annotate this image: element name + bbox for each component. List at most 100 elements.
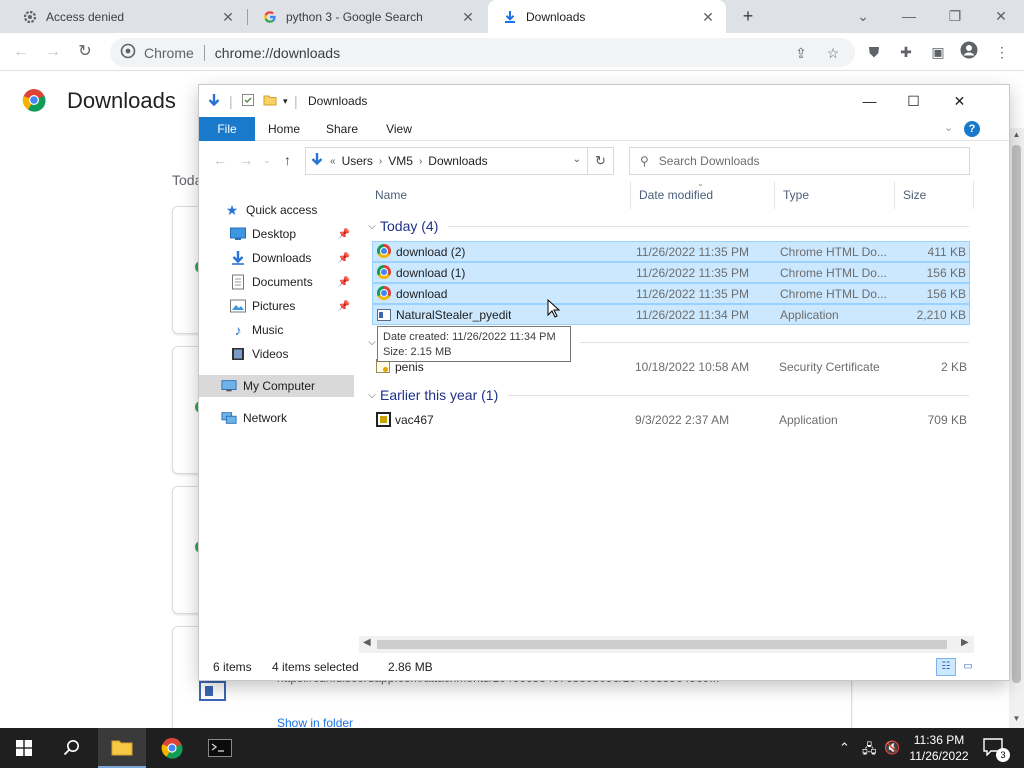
nav-item-pictures[interactable]: Pictures 📌 [199,295,354,317]
customize-toolbar-icon[interactable]: ▾ [283,93,288,109]
pin-icon[interactable]: 📌 [338,229,350,240]
nav-item-documents[interactable]: Documents 📌 [199,271,354,293]
nav-item-videos[interactable]: Videos [199,343,354,365]
close-icon[interactable]: ✕ [220,9,236,25]
taskbar-terminal[interactable] [196,728,244,768]
properties-icon[interactable] [241,93,255,109]
nav-item-desktop[interactable]: Desktop 📌 [199,223,354,245]
show-hidden-icons-icon[interactable]: ⌃ [839,740,850,756]
breadcrumb-vm5[interactable]: VM5 [388,154,413,168]
close-icon[interactable]: ✕ [700,9,716,25]
chevron-right-icon[interactable]: › [419,156,422,167]
bookmark-star-icon[interactable]: ☆ [822,42,844,64]
nav-item-quick-access[interactable]: ★ Quick access [199,199,354,221]
scrollbar-thumb[interactable] [1012,145,1021,683]
search-input[interactable]: ⚲ Search Downloads [629,147,970,175]
file-type-icon [199,681,226,701]
forward-button[interactable]: → [40,39,66,65]
taskbar-chrome[interactable] [148,728,196,768]
help-icon[interactable]: ? [964,121,980,137]
new-folder-icon[interactable] [263,93,277,109]
horizontal-scrollbar[interactable]: ◀ ▶ [359,636,974,653]
volume-muted-icon[interactable]: 🔇 [884,740,900,756]
tab-google-search[interactable]: python 3 - Google Search ✕ [248,0,486,33]
nav-label: Desktop [252,227,297,241]
file-row[interactable]: download 11/26/2022 11:35 PM Chrome HTML… [372,283,970,304]
scroll-right-icon[interactable]: ▶ [961,637,969,648]
details-view-icon[interactable]: ☷ [936,658,956,676]
expand-ribbon-icon[interactable]: ⌄ [944,121,953,134]
notification-center-button[interactable]: 3 [983,738,1010,762]
pin-icon[interactable]: 📌 [338,253,350,264]
back-button[interactable]: ← [8,39,34,65]
url-text[interactable]: chrome://downloads [215,45,340,61]
refresh-button[interactable]: ↻ [588,147,614,175]
tooltip-size: Size: 2.15 MB [383,346,452,358]
nav-item-network[interactable]: Network [199,407,354,429]
new-tab-button[interactable]: + [737,5,759,27]
file-row[interactable]: download (2) 11/26/2022 11:35 PM Chrome … [372,241,970,262]
breadcrumb-downloads[interactable]: Downloads [428,154,487,168]
column-type[interactable]: Type [775,181,895,209]
search-button[interactable] [48,728,96,768]
minimize-button[interactable]: — [886,0,932,33]
file-row[interactable]: NaturalStealer_pyedit 11/26/2022 11:34 P… [372,304,970,325]
close-icon[interactable]: ✕ [460,9,476,25]
ribbon-tab-file[interactable]: File [199,117,255,141]
page-scrollbar[interactable]: ▲ ▼ [1009,128,1024,728]
scroll-left-icon[interactable]: ◀ [363,637,371,648]
column-name[interactable]: Name [359,181,631,209]
network-status-icon[interactable]: 🖧 [862,740,877,762]
omnibox[interactable]: Chrome chrome://downloads ⇪ ☆ [110,38,855,67]
collapse-chevron-icon[interactable]: ⌵ [364,390,380,401]
file-row[interactable]: download (1) 11/26/2022 11:35 PM Chrome … [372,262,970,283]
back-icon[interactable]: ← [213,152,227,168]
extensions-puzzle-icon[interactable]: ✚ [895,41,917,63]
chrome-menu-icon[interactable]: ⋮ [991,41,1013,63]
chevron-icon[interactable]: « [330,156,336,167]
reload-button[interactable]: ↻ [72,39,98,65]
share-icon[interactable]: ⇪ [790,42,812,64]
forward-icon[interactable]: → [239,152,253,168]
pin-icon[interactable]: 📌 [338,277,350,288]
tab-title: python 3 - Google Search [286,9,423,24]
chevron-right-icon[interactable]: › [379,156,382,167]
chevron-down-icon[interactable]: ⌄ [573,154,581,165]
pin-icon[interactable]: 📌 [338,301,350,312]
nav-item-my-computer[interactable]: My Computer [199,375,354,397]
column-size[interactable]: Size [895,181,974,209]
clock[interactable]: 11:36 PM 11/26/2022 [908,732,970,764]
tab-search-icon[interactable]: ⌄ [840,0,886,33]
minimize-button[interactable]: — [847,85,892,117]
close-button[interactable]: ✕ [937,85,982,117]
address-bar[interactable]: « Users › VM5 › Downloads ⌄ [305,147,588,175]
close-window-button[interactable]: ✕ [978,0,1024,33]
scroll-up-icon[interactable]: ▲ [1009,130,1024,139]
collapse-chevron-icon[interactable]: ⌵ [364,221,380,232]
file-row[interactable]: vac467 9/3/2022 2:37 AM Application 709 … [372,410,970,431]
ribbon-tab-share[interactable]: Share [319,117,365,141]
ribbon-tab-view[interactable]: View [376,117,422,141]
group-header-earlier[interactable]: ⌵ Earlier this year (1) [364,384,969,406]
tab-access-denied[interactable]: Access denied ✕ [8,0,246,33]
side-panel-icon[interactable]: ▣ [927,41,949,63]
group-header-today[interactable]: ⌵ Today (4) [364,215,969,237]
nav-item-music[interactable]: ♪ Music [199,319,354,341]
maximize-button[interactable]: ☐ [891,85,936,117]
large-icons-view-icon[interactable]: ▭ [958,658,978,676]
restore-button[interactable]: ❐ [932,0,978,33]
recent-locations-icon[interactable]: ⌄ [263,155,271,166]
scroll-down-icon[interactable]: ▼ [1009,714,1024,723]
start-button[interactable] [0,728,48,768]
chrome-logo-icon [22,88,46,115]
taskbar-file-explorer[interactable] [98,728,146,768]
up-arrow-icon[interactable]: ↑ [284,152,291,168]
scrollbar-thumb[interactable] [377,640,947,649]
nav-item-downloads[interactable]: Downloads 📌 [199,247,354,269]
chrome-html-icon [377,286,393,302]
breadcrumb-users[interactable]: Users [342,154,373,168]
extension-shield-icon[interactable]: ⛊ [863,41,885,63]
tab-downloads[interactable]: Downloads ✕ [488,0,726,33]
profile-avatar-icon[interactable] [958,41,980,63]
ribbon-tab-home[interactable]: Home [261,117,307,141]
